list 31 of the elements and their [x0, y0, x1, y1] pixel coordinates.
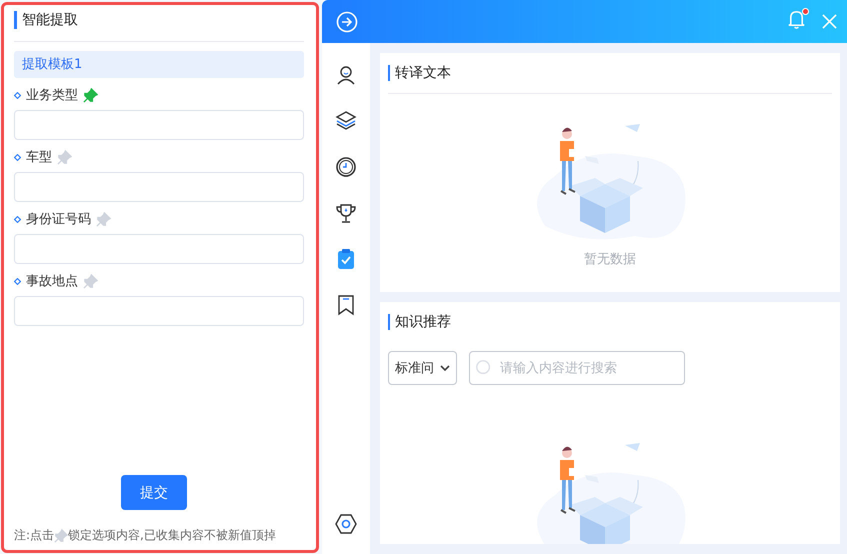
pin-icon[interactable] — [83, 88, 98, 102]
panel-title: 智能提取 — [14, 11, 304, 29]
diamond-icon — [14, 278, 21, 284]
settings-icon[interactable] — [334, 512, 358, 536]
pin-icon — [54, 528, 68, 542]
submit-button[interactable]: 提交 — [121, 475, 187, 510]
diamond-icon — [14, 92, 21, 98]
empty-text: 暂无数据 — [584, 251, 636, 268]
bell-icon[interactable] — [787, 9, 806, 30]
note-text: 注:点击 — [14, 527, 54, 544]
template-item[interactable]: 提取模板1 — [14, 51, 304, 78]
filter-dropdown[interactable]: 标准问 — [388, 351, 457, 385]
close-icon[interactable] — [822, 14, 837, 29]
field-label: 事故地点 — [26, 273, 78, 290]
card-title: 知识推荐 — [388, 314, 832, 330]
search-field[interactable]: 请输入内容进行搜索 — [469, 351, 685, 385]
input-field[interactable] — [14, 234, 304, 264]
caret-icon — [440, 365, 450, 371]
search-icon — [475, 359, 493, 377]
arrow-right-circle-icon[interactable] — [336, 10, 358, 32]
diamond-icon — [14, 154, 21, 160]
field-label: 车型 — [26, 149, 52, 166]
note-text: 锁定选项内容,已收集内容不被新值顶掉 — [68, 527, 276, 544]
headset-clock-icon[interactable] — [334, 155, 358, 179]
field-label: 业务类型 — [26, 87, 78, 104]
card-title: 转译文本 — [388, 65, 832, 81]
input-field[interactable] — [14, 172, 304, 202]
field-label: 身份证号码 — [26, 211, 91, 228]
diamond-icon — [14, 216, 21, 222]
input-field[interactable] — [14, 110, 304, 140]
input-field[interactable] — [14, 296, 304, 326]
